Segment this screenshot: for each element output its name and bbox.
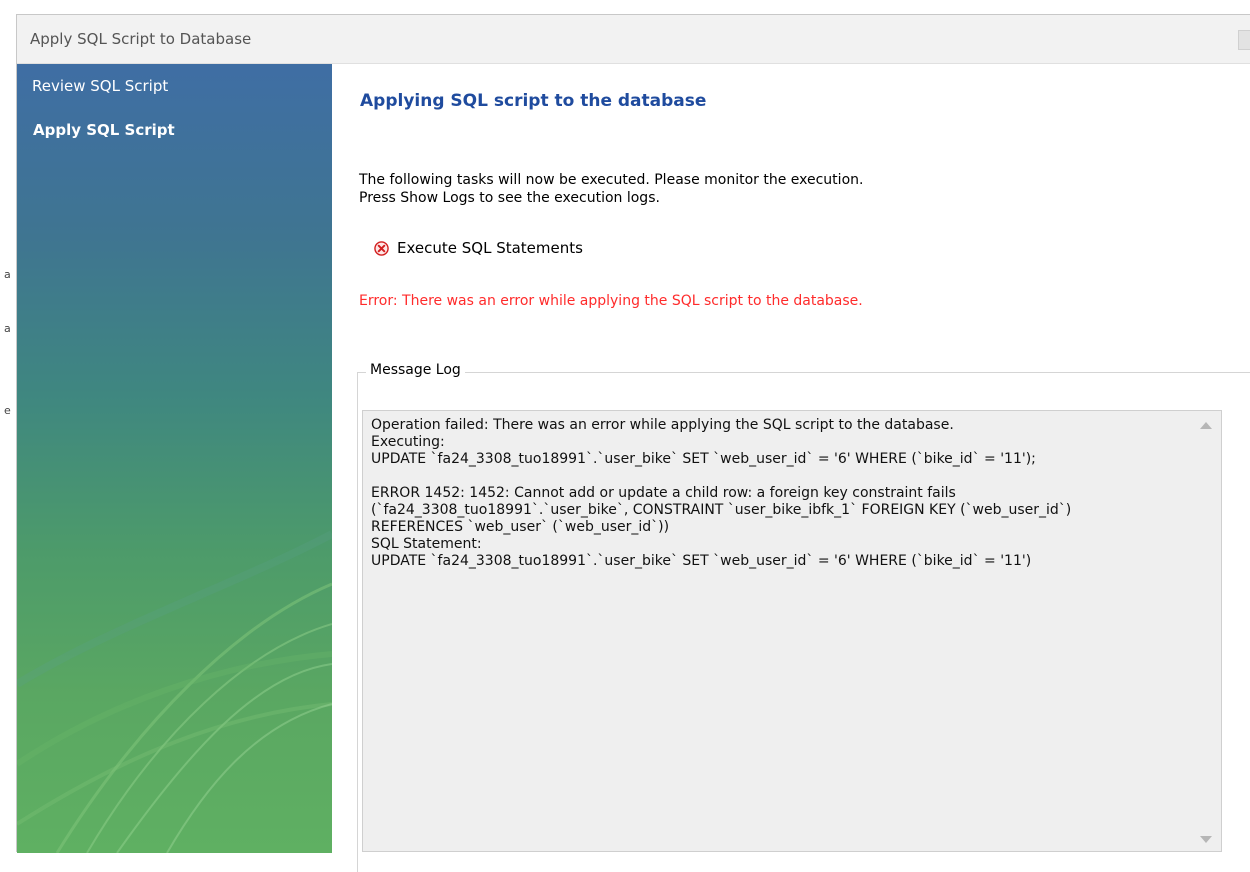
main-content: Applying SQL script to the database The …	[332, 64, 1250, 872]
task-execute-sql: Execute SQL Statements	[374, 238, 583, 258]
window-title: Apply SQL Script to Database	[30, 30, 252, 48]
intro-line-1: The following tasks will now be executed…	[359, 172, 864, 188]
title-bar: Apply SQL Script to Database	[17, 15, 1250, 64]
background-fragment: e	[4, 404, 11, 417]
error-message: Error: There was an error while applying…	[359, 293, 863, 309]
background-fragment: a	[4, 268, 11, 281]
error-circle-icon	[374, 240, 389, 256]
apply-sql-dialog: Apply SQL Script to Database Review SQL …	[16, 14, 1250, 872]
intro-line-2: Press Show Logs to see the execution log…	[359, 190, 660, 206]
sidebar-step-review-sql-script: Review SQL Script	[32, 77, 169, 95]
background-window-edge: a a e	[0, 0, 16, 852]
sidebar-decoration	[17, 530, 332, 853]
wizard-sidebar: Review SQL Script Apply SQL Script	[17, 64, 332, 853]
sidebar-step-apply-sql-script: Apply SQL Script	[33, 121, 175, 139]
background-fragment: a	[4, 322, 11, 335]
message-log-text: Operation failed: There was an error whi…	[371, 417, 1072, 569]
scroll-down-arrow-icon[interactable]	[1200, 836, 1212, 843]
task-label: Execute SQL Statements	[397, 239, 583, 257]
intro-text: The following tasks will now be executed…	[359, 171, 863, 207]
scroll-up-arrow-icon[interactable]	[1200, 422, 1212, 429]
message-log-title: Message Log	[366, 362, 465, 378]
message-log-textarea[interactable]: Operation failed: There was an error whi…	[362, 410, 1222, 852]
close-button[interactable]	[1238, 30, 1250, 50]
page-title: Applying SQL script to the database	[360, 91, 707, 111]
